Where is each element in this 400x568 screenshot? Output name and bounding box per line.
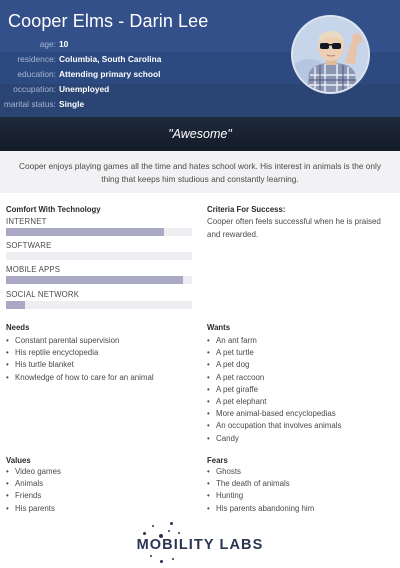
logo-dot — [178, 532, 180, 534]
persona-intro-text: Cooper enjoys playing games all the time… — [18, 161, 382, 184]
logo-dot — [172, 558, 174, 560]
tech-bar-track — [6, 252, 192, 260]
list-item: The death of animals — [207, 478, 314, 490]
list-item: His parents abandoning him — [207, 503, 314, 515]
list-item: His parents — [6, 503, 61, 515]
list-item: Constant parental supervision — [6, 335, 154, 347]
fact-key: marital status: — [3, 99, 56, 109]
tech-mobile-apps: MOBILE APPS — [6, 264, 192, 284]
tech-bar-track — [6, 228, 192, 236]
fact-key: education: — [17, 69, 56, 79]
list-item: His turtle blanket — [6, 359, 154, 371]
fact-value: Unemployed — [59, 84, 110, 94]
list-item: Animals — [6, 478, 61, 490]
tech-bar-track — [6, 276, 192, 284]
persona-name: Cooper Elms - Darin Lee — [8, 11, 209, 31]
criteria-title: Criteria For Success: — [207, 205, 286, 214]
logo-dot — [150, 555, 152, 557]
persona-photo — [291, 15, 370, 94]
logo-dot — [168, 530, 170, 532]
tech-social-network: SOCIAL NETWORK — [6, 289, 192, 309]
quote-band: "Awesome" — [0, 117, 400, 151]
fact-marital-status: marital status: Single — [0, 97, 200, 112]
list-item: His reptile encyclopedia — [6, 347, 154, 359]
list-item: A pet giraffe — [207, 384, 341, 396]
list-item: Candy — [207, 433, 341, 445]
list-item: A pet dog — [207, 359, 341, 371]
list-item: A pet elephant — [207, 396, 341, 408]
tech-label: INTERNET — [6, 217, 47, 226]
fact-education: education: Attending primary school — [0, 67, 200, 82]
comfort-title: Comfort With Technology — [6, 205, 101, 214]
fact-value: Columbia, South Carolina — [59, 54, 162, 64]
fact-value: Single — [59, 99, 85, 109]
list-item: Video games — [6, 466, 61, 478]
list-item: Hunting — [207, 490, 314, 502]
fact-key: age: — [39, 39, 56, 49]
fact-value: 10 — [59, 39, 69, 49]
list-item: Friends — [6, 490, 61, 502]
mobility-labs-logo: MOBILITY LABS — [0, 522, 400, 568]
fact-key: occupation: — [13, 84, 56, 94]
list-item: An ant farm — [207, 335, 341, 347]
tech-label: SOCIAL NETWORK — [6, 290, 80, 299]
wants-title: Wants — [207, 323, 231, 332]
logo-wordmark: MOBILITY LABS — [136, 537, 264, 553]
tech-software: SOFTWARE — [6, 240, 192, 260]
fact-value: Attending primary school — [59, 69, 161, 79]
tech-internet: INTERNET — [6, 216, 192, 236]
tech-label: MOBILE APPS — [6, 265, 61, 274]
persona-quote: "Awesome" — [168, 127, 232, 141]
fact-residence: residence: Columbia, South Carolina — [0, 52, 200, 67]
values-list: Video games Animals Friends His parents — [6, 466, 61, 515]
logo-dot — [170, 522, 173, 525]
criteria-text: Cooper often feels successful when he is… — [207, 217, 381, 239]
list-item: Ghosts — [207, 466, 314, 478]
fears-title: Fears — [207, 456, 228, 465]
values-title: Values — [6, 456, 31, 465]
list-item: A pet turtle — [207, 347, 341, 359]
intro-section: Cooper enjoys playing games all the time… — [0, 151, 400, 193]
logo-dot — [160, 560, 163, 563]
tech-label: SOFTWARE — [6, 241, 52, 250]
tech-bar-fill — [6, 228, 165, 236]
needs-title: Needs — [6, 323, 30, 332]
logo-dot — [143, 532, 146, 535]
list-item: Knowledge of how to care for an animal — [6, 372, 154, 384]
tech-bar-fill — [6, 301, 25, 309]
list-item: A pet raccoon — [207, 372, 341, 384]
persona-facts: age: 10 residence: Columbia, South Carolin… — [0, 37, 200, 112]
fears-list: Ghosts The death of animals Hunting His … — [207, 466, 314, 515]
wants-list: An ant farm A pet turtle A pet dog A pet… — [207, 335, 341, 445]
logo-dot — [152, 525, 154, 527]
list-item: More animal-based encyclopedias — [207, 408, 341, 420]
tech-bar-fill — [6, 276, 183, 284]
fact-key: residence: — [17, 54, 56, 64]
needs-list: Constant parental supervision His reptil… — [6, 335, 154, 384]
persona-header: Cooper Elms - Darin Lee age: 10 residence… — [0, 0, 400, 117]
list-item: An occupation that involves animals — [207, 420, 341, 432]
fact-occupation: occupation: Unemployed — [0, 82, 200, 97]
fact-age: age: 10 — [0, 37, 200, 52]
tech-bar-track — [6, 301, 192, 309]
